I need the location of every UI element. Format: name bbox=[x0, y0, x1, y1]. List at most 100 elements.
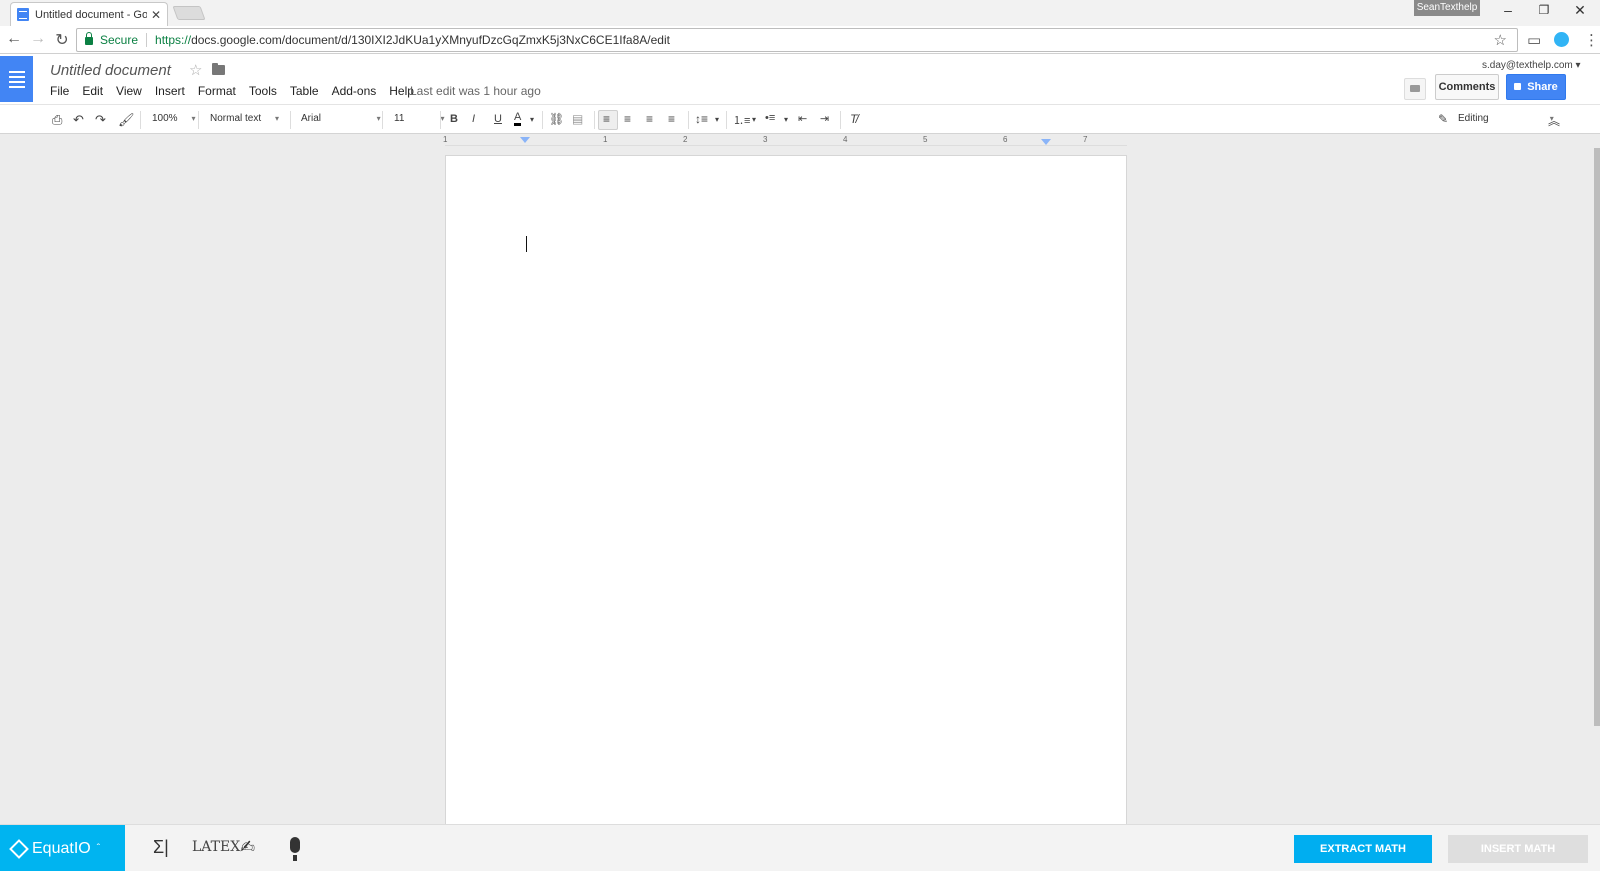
chevron-up-icon: ˆ bbox=[96, 843, 101, 854]
toolbar-divider bbox=[726, 111, 727, 129]
omnibox-divider bbox=[146, 33, 148, 47]
insert-math-button[interactable]: INSERT MATH bbox=[1448, 835, 1588, 863]
address-bar[interactable]: Secure https://docs.google.com/document/… bbox=[76, 28, 1518, 52]
equatio-logo[interactable]: EquatIO ˆ bbox=[0, 825, 125, 871]
ruler-label: 1 bbox=[443, 135, 448, 144]
lock-icon bbox=[85, 32, 93, 45]
star-icon[interactable]: ☆ bbox=[189, 61, 202, 79]
back-icon[interactable]: ← bbox=[4, 30, 24, 48]
browser-tab-strip: Untitled document - Goo ✕ SeanTexthelp –… bbox=[0, 0, 1600, 26]
menu-edit[interactable]: Edit bbox=[82, 84, 103, 98]
restore-icon[interactable]: ❐ bbox=[1526, 3, 1562, 17]
menu-addons[interactable]: Add-ons bbox=[332, 84, 377, 98]
chrome-menu-icon[interactable]: ⋮ bbox=[1584, 31, 1599, 49]
chevron-down-icon[interactable]: ▾ bbox=[530, 115, 534, 124]
microphone-icon[interactable] bbox=[290, 837, 300, 861]
account-email-text: s.day@texthelp.com bbox=[1482, 60, 1573, 71]
menu-insert[interactable]: Insert bbox=[155, 84, 185, 98]
collapse-menus-icon[interactable]: ︽ bbox=[1548, 112, 1560, 129]
docs-header: Untitled document ☆ File Edit View Inser… bbox=[0, 54, 1600, 104]
menu-view[interactable]: View bbox=[116, 84, 142, 98]
account-email[interactable]: s.day@texthelp.com ▾ bbox=[1482, 60, 1581, 71]
print-icon[interactable]: ⎙ bbox=[52, 112, 62, 128]
chevron-down-icon: ▾ bbox=[275, 114, 280, 123]
pencil-icon[interactable]: ✎ bbox=[1438, 112, 1448, 126]
share-label: Share bbox=[1527, 81, 1558, 93]
link-icon[interactable]: ⛓ bbox=[549, 112, 564, 126]
chevron-down-icon[interactable]: ▾ bbox=[784, 115, 788, 124]
last-edit-status[interactable]: Last edit was 1 hour ago bbox=[410, 84, 541, 98]
ruler-label: 5 bbox=[923, 135, 928, 144]
reload-icon[interactable]: ↻ bbox=[52, 30, 72, 50]
document-title[interactable]: Untitled document bbox=[50, 62, 171, 79]
bold-icon[interactable]: B bbox=[450, 113, 458, 125]
document-page[interactable] bbox=[445, 155, 1127, 827]
align-left-icon[interactable]: ≡ bbox=[603, 112, 610, 126]
font-size-select[interactable]: 11 ▾ bbox=[394, 113, 445, 124]
toolbar-divider bbox=[382, 111, 383, 129]
align-center-icon[interactable]: ≡ bbox=[624, 112, 631, 126]
font-select[interactable]: Arial ▾ bbox=[301, 113, 381, 124]
comment-icon[interactable]: ▤ bbox=[572, 112, 583, 126]
text-cursor bbox=[526, 236, 527, 252]
equatio-extension-icon[interactable] bbox=[1554, 32, 1569, 47]
numbered-list-icon[interactable]: ⒈≡ bbox=[733, 112, 750, 128]
clear-formatting-icon[interactable]: T̸ bbox=[850, 112, 857, 126]
redo-icon[interactable]: ↷ bbox=[95, 112, 106, 128]
extract-math-button[interactable]: EXTRACT MATH bbox=[1294, 835, 1432, 863]
latex-editor-icon[interactable]: LATEX bbox=[192, 839, 240, 855]
menu-format[interactable]: Format bbox=[198, 84, 236, 98]
equatio-diamond-icon bbox=[9, 838, 29, 859]
cast-icon[interactable]: ▭ bbox=[1527, 31, 1541, 49]
underline-icon[interactable]: U bbox=[494, 113, 502, 125]
formatting-toolbar: ⎙ ↶ ↷ 🖌 100% ▾ Normal text ▾ Arial ▾ 11 … bbox=[0, 104, 1600, 134]
scrollbar[interactable] bbox=[1594, 148, 1600, 726]
ruler[interactable]: 1 1 2 3 4 5 6 7 bbox=[443, 135, 1127, 146]
comment-history-icon[interactable] bbox=[1404, 78, 1426, 100]
left-indent-marker[interactable] bbox=[520, 137, 530, 143]
minimize-icon[interactable]: – bbox=[1490, 2, 1526, 18]
paragraph-style-select[interactable]: Normal text ▾ bbox=[210, 113, 279, 124]
docs-home-icon[interactable] bbox=[0, 56, 33, 102]
comments-button[interactable]: Comments bbox=[1435, 74, 1499, 100]
chevron-down-icon[interactable]: ▾ bbox=[715, 115, 719, 124]
math-editor-icon[interactable]: Σ| bbox=[153, 837, 169, 858]
share-button[interactable]: Share bbox=[1506, 74, 1566, 100]
close-window-icon[interactable]: ✕ bbox=[1562, 2, 1598, 19]
editing-mode-select[interactable]: Editing ▾ bbox=[1458, 113, 1554, 124]
toolbar-divider bbox=[688, 111, 689, 129]
chevron-down-icon[interactable]: ▾ bbox=[752, 115, 756, 124]
ruler-label: 4 bbox=[843, 135, 848, 144]
tab-close-icon[interactable]: ✕ bbox=[151, 8, 161, 22]
ruler-label: 1 bbox=[603, 135, 608, 144]
line-spacing-icon[interactable]: ↕≡ bbox=[695, 112, 708, 126]
ruler-label: 7 bbox=[1083, 135, 1088, 144]
bulleted-list-icon[interactable]: •≡ bbox=[765, 112, 775, 124]
zoom-value: 100% bbox=[152, 113, 178, 124]
increase-indent-icon[interactable]: ⇥ bbox=[820, 112, 829, 125]
handwriting-icon[interactable]: ✍ bbox=[240, 837, 255, 858]
browser-tab[interactable]: Untitled document - Goo ✕ bbox=[10, 2, 168, 26]
toolbar-divider bbox=[542, 111, 543, 129]
menu-file[interactable]: File bbox=[50, 84, 69, 98]
chevron-down-icon: ▾ bbox=[191, 114, 196, 123]
new-tab-button[interactable] bbox=[172, 6, 206, 20]
align-right-icon[interactable]: ≡ bbox=[646, 112, 653, 126]
justify-icon[interactable]: ≡ bbox=[668, 112, 675, 126]
text-color-icon[interactable]: A bbox=[514, 111, 522, 126]
italic-icon[interactable]: I bbox=[472, 113, 475, 125]
decrease-indent-icon[interactable]: ⇤ bbox=[798, 112, 807, 125]
url-text[interactable]: https://docs.google.com/document/d/130IX… bbox=[155, 33, 1494, 47]
folder-icon[interactable] bbox=[212, 63, 225, 75]
right-indent-marker[interactable] bbox=[1041, 139, 1051, 145]
bookmark-star-icon[interactable]: ☆ bbox=[1494, 31, 1507, 49]
toolbar-divider bbox=[440, 111, 441, 129]
menu-table[interactable]: Table bbox=[290, 84, 319, 98]
menu-tools[interactable]: Tools bbox=[249, 84, 277, 98]
profile-badge[interactable]: SeanTexthelp bbox=[1414, 0, 1480, 16]
forward-icon[interactable]: → bbox=[28, 30, 48, 48]
style-value: Normal text bbox=[210, 113, 262, 124]
paint-format-icon[interactable]: 🖌 bbox=[118, 112, 135, 128]
undo-icon[interactable]: ↶ bbox=[73, 112, 84, 128]
zoom-select[interactable]: 100% ▾ bbox=[152, 113, 196, 124]
